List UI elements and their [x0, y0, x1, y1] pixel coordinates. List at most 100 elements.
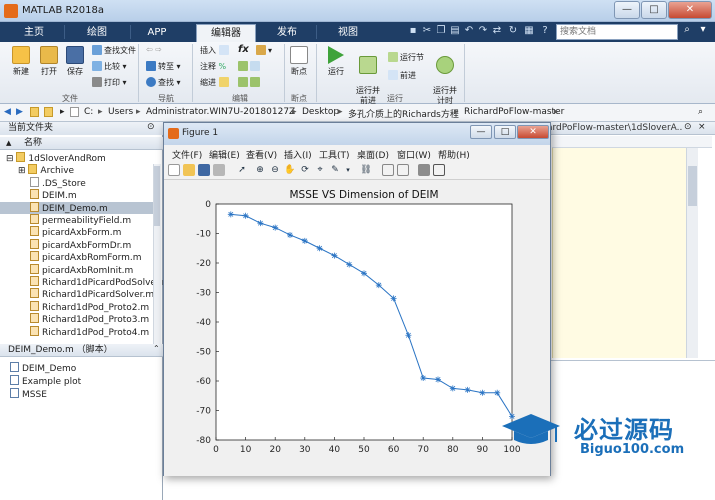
help-quick-icon[interactable]: ?	[538, 24, 552, 38]
file-list-item[interactable]: picardAxbRomForm.m	[0, 251, 160, 263]
legend-icon[interactable]	[397, 164, 409, 176]
paste-quick-icon[interactable]: ▤	[448, 24, 462, 38]
collapse-details-icon[interactable]: ⌃	[153, 344, 160, 353]
collapse-folder-icon[interactable]: ⊟	[6, 154, 16, 164]
file-list-item[interactable]: Richard1dPicardPodSolver.m	[0, 276, 170, 288]
panel-menu-icon[interactable]: ⊙	[147, 122, 155, 132]
figure-menu-item[interactable]: 编辑(E)	[209, 148, 240, 161]
file-list-item[interactable]: ⊟ 1dSloverAndRom	[0, 152, 160, 164]
print-figure-icon[interactable]	[213, 164, 225, 176]
back-icon[interactable]: ◀	[4, 107, 11, 117]
goto-button[interactable]: 转至 ▾	[146, 61, 181, 72]
insert-button[interactable]: 插入	[200, 45, 231, 56]
brush-icon[interactable]: ✎	[329, 164, 341, 176]
figure-menu-item[interactable]: 窗口(W)	[397, 148, 431, 161]
figure-menu-item[interactable]: 帮助(H)	[438, 148, 470, 161]
figure-minimize-button[interactable]: —	[470, 125, 492, 139]
crumb-richardpoflow[interactable]: RichardPoFlow-master	[464, 107, 564, 117]
scrollbar-thumb[interactable]	[154, 166, 160, 226]
name-column-header[interactable]: 名称	[0, 137, 163, 150]
file-list-item[interactable]: picardAxbFormDr.m	[0, 238, 160, 251]
file-list-item[interactable]: Richard1dPicardSolver.m	[0, 288, 160, 300]
indent-button[interactable]: 缩进	[200, 77, 231, 88]
cut-quick-icon[interactable]: ✂	[420, 24, 434, 38]
comment-options-icon[interactable]	[238, 61, 262, 71]
insert-options-icon[interactable]: ▾	[256, 45, 272, 55]
brush-dropdown-icon[interactable]: ▾	[342, 164, 354, 176]
forward-icon[interactable]: ▶	[16, 107, 23, 117]
minimize-button[interactable]: —	[614, 1, 640, 19]
pan-hand-icon[interactable]: ✋	[284, 164, 296, 176]
tab-plots[interactable]: 绘图	[66, 24, 128, 42]
find-files-button[interactable]: 查找文件	[92, 45, 136, 56]
expand-path-icon[interactable]: ▸	[60, 107, 65, 117]
figure-menu-item[interactable]: 工具(T)	[319, 148, 350, 161]
switch-window-icon[interactable]: ⇄	[490, 24, 504, 38]
detail-item[interactable]: Example plot	[10, 375, 81, 387]
scrollbar-thumb[interactable]	[688, 166, 697, 206]
sort-ascending-icon[interactable]: ▲	[6, 139, 11, 147]
zoom-in-icon[interactable]: ⊕	[254, 164, 266, 176]
file-list-item[interactable]: DEIM.m	[0, 189, 160, 201]
close-button[interactable]: ✕	[668, 1, 712, 19]
file-list-item[interactable]: Richard1dPod_Proto2.m	[0, 300, 160, 313]
figure-menu-item[interactable]: 桌面(D)	[357, 148, 389, 161]
file-list-item[interactable]: Richard1dPod_Proto3.m	[0, 313, 160, 325]
fx-button[interactable]: fx	[238, 44, 249, 55]
crumb-project-folder[interactable]: 多孔介质上的Richards方程	[348, 107, 459, 120]
parent-folder-icon[interactable]	[30, 107, 42, 119]
file-list-item[interactable]: Richard1dPod_Proto4.m	[0, 325, 160, 338]
hide-plot-tools-icon[interactable]	[418, 164, 430, 176]
layout-quick-icon[interactable]: ▦	[522, 24, 536, 38]
crumb-desktop[interactable]: Desktop	[302, 107, 339, 117]
edit-plot-arrow-icon[interactable]: ➚	[236, 164, 248, 176]
editor-menu-icon[interactable]: ⊙	[684, 122, 692, 132]
msse-chart[interactable]: 0 10 20 30 40 50 60 70 80 90 1000-10-20-30-40-50-6…	[164, 181, 550, 476]
new-button[interactable]: 新建	[6, 46, 36, 77]
crumb-dropdown-icon[interactable]: ▸	[554, 107, 559, 117]
data-cursor-icon[interactable]: ⌖	[314, 164, 326, 176]
figure-close-button[interactable]: ✕	[517, 125, 549, 139]
file-list-item[interactable]: DEIM_Demo.m	[0, 201, 160, 214]
detail-item[interactable]: DEIM_Demo	[10, 362, 76, 374]
undo-quick-icon[interactable]: ↶	[462, 24, 476, 38]
tab-home[interactable]: 主页	[6, 24, 62, 42]
figure-menu-item[interactable]: 查看(V)	[246, 148, 277, 161]
crumb-users[interactable]: Users	[108, 107, 133, 117]
refresh-quick-icon[interactable]: ↻	[506, 24, 520, 38]
show-plot-tools-icon[interactable]	[433, 164, 445, 176]
maximize-button[interactable]: □	[641, 1, 667, 19]
crumb-c[interactable]: C:	[84, 107, 93, 117]
search-docs-box[interactable]	[556, 24, 678, 40]
print-button[interactable]: 打印 ▾	[92, 77, 127, 88]
tab-publish[interactable]: 发布	[262, 24, 312, 42]
comment-button[interactable]: 注释 %	[200, 61, 226, 72]
file-list-item[interactable]: .DS_Store	[0, 176, 160, 189]
browse-folder-icon[interactable]	[44, 107, 56, 119]
file-list-item[interactable]: picardAxbForm.m	[0, 226, 160, 238]
colorbar-icon[interactable]	[382, 164, 394, 176]
new-figure-icon[interactable]	[168, 164, 180, 176]
link-plot-icon[interactable]: ⛓	[360, 164, 372, 176]
run-button[interactable]: 运行	[324, 46, 348, 77]
run-section-button[interactable]: 运行节	[388, 52, 424, 63]
compare-button[interactable]: 比较 ▾	[92, 61, 127, 72]
rotate-3d-icon[interactable]: ⟳	[299, 164, 311, 176]
figure-title-bar[interactable]: Figure 1 — □ ✕	[164, 123, 550, 145]
save-figure-icon[interactable]	[198, 164, 210, 176]
copy-quick-icon[interactable]: ❐	[434, 24, 448, 38]
nav-back-button[interactable]: ⇦ ⇨	[146, 45, 162, 54]
save-button[interactable]: 保存	[62, 46, 88, 77]
figure-maximize-button[interactable]: □	[494, 125, 516, 139]
file-list-item[interactable]: picardAxbRomInit.m	[0, 263, 160, 276]
tab-apps[interactable]: APP	[132, 24, 182, 42]
figure-menu-item[interactable]: 插入(I)	[284, 148, 312, 161]
zoom-out-icon[interactable]: ⊖	[269, 164, 281, 176]
tab-view[interactable]: 视图	[320, 24, 376, 42]
search-docs-input[interactable]	[557, 25, 677, 39]
detail-item[interactable]: MSSE	[10, 388, 47, 400]
open-button[interactable]: 打开	[36, 46, 62, 77]
redo-quick-icon[interactable]: ↷	[476, 24, 490, 38]
tab-editor[interactable]: 编辑器	[196, 24, 256, 42]
open-file-icon[interactable]	[183, 164, 195, 176]
